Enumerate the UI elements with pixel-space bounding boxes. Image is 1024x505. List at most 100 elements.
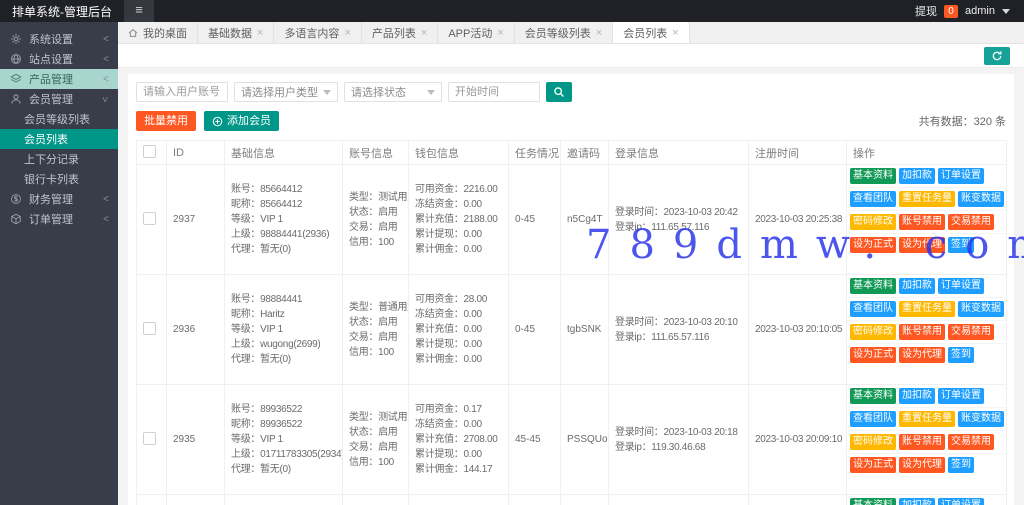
- withdraw-link[interactable]: 提现: [915, 3, 937, 19]
- table-row: 2937账号：85664412昵称：85664412等级：VIP 1上级：988…: [137, 165, 1007, 275]
- action-button[interactable]: 密码修改: [850, 434, 896, 450]
- action-button-line: 查看团队重置任务量账变数据: [847, 298, 1006, 321]
- action-button[interactable]: 重置任务量: [899, 411, 955, 427]
- tab-member-level-list[interactable]: 会员等级列表×: [515, 22, 613, 43]
- sidebar-item-order-management[interactable]: 订单管理<: [0, 209, 118, 229]
- action-button[interactable]: 账号禁用: [899, 434, 945, 450]
- tab-basic-data[interactable]: 基础数据×: [198, 22, 274, 43]
- info-line: 登录ip：119.30.46.68: [615, 440, 742, 455]
- sidebar-item-finance-management[interactable]: 财务管理<: [0, 189, 118, 209]
- account-info-cell: [343, 495, 409, 505]
- action-button[interactable]: 账变数据: [958, 411, 1004, 427]
- user-menu[interactable]: admin: [965, 5, 995, 17]
- refresh-button[interactable]: [984, 47, 1010, 65]
- sidebar-item-system-settings[interactable]: 系统设置<: [0, 29, 118, 49]
- action-button[interactable]: 重置任务量: [899, 301, 955, 317]
- action-button[interactable]: 加扣款: [899, 278, 935, 294]
- action-button[interactable]: 订单设置: [938, 168, 984, 184]
- action-button[interactable]: 设为代理: [899, 347, 945, 363]
- tab-product-list[interactable]: 产品列表×: [362, 22, 438, 43]
- sidebar-item-bank-card-list[interactable]: 银行卡列表: [0, 169, 118, 189]
- row-checkbox[interactable]: [143, 432, 156, 445]
- hamburger-menu-icon[interactable]: ≡: [124, 0, 154, 22]
- info-line: 类型：测试用户: [349, 410, 402, 425]
- action-button[interactable]: 账变数据: [958, 191, 1004, 207]
- action-button[interactable]: 查看团队: [850, 411, 896, 427]
- action-button[interactable]: 设为代理: [899, 457, 945, 473]
- action-button[interactable]: 设为正式: [850, 347, 896, 363]
- tab-multilang-content[interactable]: 多语言内容×: [274, 22, 361, 43]
- action-button[interactable]: 账变数据: [958, 301, 1004, 317]
- invite-code-cell: [561, 495, 609, 505]
- action-button[interactable]: 加扣款: [899, 498, 935, 505]
- select-all-checkbox[interactable]: [143, 145, 156, 158]
- action-button[interactable]: 密码修改: [850, 214, 896, 230]
- sidebar-item-member-list[interactable]: 会员列表: [0, 129, 118, 149]
- product-icon: [10, 73, 23, 86]
- table-actions-row: 批量禁用 添加会员 共有数据：320 条: [136, 111, 1006, 131]
- tab-my-desktop[interactable]: 我的桌面: [118, 22, 198, 43]
- account-search-input[interactable]: [136, 82, 228, 102]
- search-button[interactable]: [546, 82, 572, 102]
- tab-member-list[interactable]: 会员列表×: [613, 22, 689, 43]
- sidebar-item-site-settings[interactable]: 站点设置<: [0, 49, 118, 69]
- action-button[interactable]: 签到: [948, 347, 974, 363]
- action-button[interactable]: 基本资料: [850, 498, 896, 505]
- sidebar-item-updown-records[interactable]: 上下分记录: [0, 149, 118, 169]
- table-row-partial: 基本资料加扣款订单设置查看团队重置任务量账变数据密码修改账号禁用交易禁用设为正式…: [137, 495, 1007, 505]
- action-button[interactable]: 交易禁用: [948, 434, 994, 450]
- close-icon[interactable]: ×: [596, 27, 602, 39]
- sidebar-item-product-management[interactable]: 产品管理<: [0, 69, 118, 89]
- action-button[interactable]: 基本资料: [850, 388, 896, 404]
- action-button[interactable]: 重置任务量: [899, 191, 955, 207]
- action-button[interactable]: 加扣款: [899, 388, 935, 404]
- action-button[interactable]: 订单设置: [938, 388, 984, 404]
- action-button[interactable]: 账号禁用: [899, 214, 945, 230]
- row-checkbox[interactable]: [143, 322, 156, 335]
- info-line: 冻结资金：0.00: [415, 307, 502, 322]
- action-button[interactable]: 查看团队: [850, 191, 896, 207]
- action-button[interactable]: 基本资料: [850, 168, 896, 184]
- action-button-line: 基本资料加扣款订单设置: [847, 495, 1006, 505]
- action-button[interactable]: 账号禁用: [899, 324, 945, 340]
- add-member-button[interactable]: 添加会员: [204, 111, 279, 131]
- chevron-left-icon: <: [103, 74, 109, 85]
- info-line: 账号：85664412: [231, 182, 336, 197]
- column-header: ID: [167, 141, 225, 165]
- action-button[interactable]: 密码修改: [850, 324, 896, 340]
- close-icon[interactable]: ×: [672, 27, 678, 39]
- batch-disable-button[interactable]: 批量禁用: [136, 111, 196, 131]
- action-button[interactable]: 设为代理: [899, 237, 945, 253]
- action-button[interactable]: 设为正式: [850, 457, 896, 473]
- action-button[interactable]: 交易禁用: [948, 214, 994, 230]
- user-type-select-label: 请选择用户类型: [241, 84, 318, 100]
- info-line: 代理：暂无(0): [231, 462, 336, 477]
- action-button[interactable]: 交易禁用: [948, 324, 994, 340]
- action-button[interactable]: 签到: [948, 457, 974, 473]
- close-icon[interactable]: ×: [421, 27, 427, 39]
- column-header: 基础信息: [225, 141, 343, 165]
- close-icon[interactable]: ×: [497, 27, 503, 39]
- sidebar-item-member-management[interactable]: 会员管理<: [0, 89, 118, 109]
- user-type-select[interactable]: 请选择用户类型: [234, 82, 338, 102]
- login-info-cell: [609, 495, 749, 505]
- tab-app-activity[interactable]: APP活动×: [438, 22, 514, 43]
- action-button-line: 查看团队重置任务量账变数据: [847, 408, 1006, 431]
- close-icon[interactable]: ×: [344, 27, 350, 39]
- start-time-input[interactable]: [448, 82, 540, 102]
- action-button[interactable]: 基本资料: [850, 278, 896, 294]
- close-icon[interactable]: ×: [257, 27, 263, 39]
- action-button[interactable]: 订单设置: [938, 498, 984, 505]
- sidebar-item-member-level-list[interactable]: 会员等级列表: [0, 109, 118, 129]
- register-time-cell: [749, 495, 847, 505]
- action-button[interactable]: 签到: [948, 237, 974, 253]
- column-header: 登录信息: [609, 141, 749, 165]
- action-button[interactable]: 加扣款: [899, 168, 935, 184]
- status-select[interactable]: 请选择状态: [344, 82, 442, 102]
- action-button[interactable]: 设为正式: [850, 237, 896, 253]
- row-checkbox[interactable]: [143, 212, 156, 225]
- chevron-down-icon: [1002, 9, 1010, 14]
- action-button[interactable]: 查看团队: [850, 301, 896, 317]
- login-info-cell: 登录时间：2023-10-03 20:10登录ip：111.65.57.116: [609, 275, 749, 385]
- action-button[interactable]: 订单设置: [938, 278, 984, 294]
